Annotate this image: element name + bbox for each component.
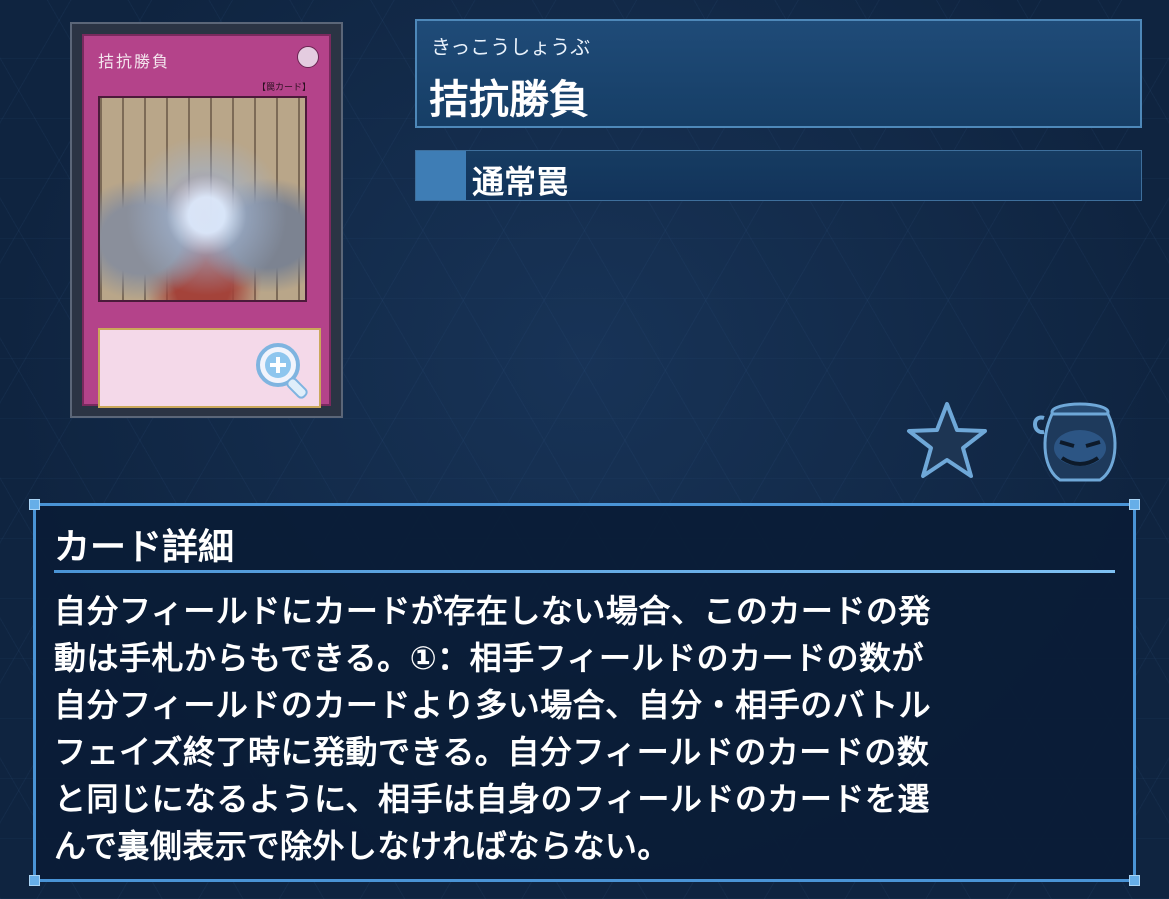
- card-name-panel: きっこうしょうぶ 拮抗勝負: [415, 19, 1142, 128]
- card-type-label: 通常罠: [472, 163, 569, 201]
- card-type-panel: 通常罠: [415, 150, 1142, 201]
- detail-divider: [54, 570, 1115, 573]
- effect-line: 自分フィールドにカードが存在しない場合、このカードの発: [54, 592, 931, 630]
- effect-line: と同じになるように、相手は自身のフィールドのカードを選: [54, 780, 930, 818]
- effect-line: 自分フィールドのカードより多い場合、自分・相手のバトル: [54, 686, 932, 724]
- card-name-ruby: きっこうしょうぶ: [431, 35, 591, 59]
- panel-corner: [1129, 875, 1140, 886]
- card-image-type-line: 【罠カード】: [256, 83, 311, 93]
- card-image[interactable]: 拮抗勝負 【罠カード】: [70, 22, 343, 418]
- card-type-swatch: [416, 151, 466, 200]
- star-icon[interactable]: [905, 400, 989, 480]
- card-detail-panel: カード詳細 自分フィールドにカードが存在しない場合、このカードの発 動は手札から…: [29, 499, 1140, 886]
- card-image-name: 拮抗勝負: [98, 52, 171, 71]
- panel-corner: [29, 875, 40, 886]
- detail-heading: カード詳細: [54, 527, 235, 568]
- effect-line: フェイズ終了時に発動できる。自分フィールドのカードの数: [54, 733, 930, 771]
- card-name-title: 拮抗勝負: [429, 77, 589, 123]
- card-effect-text: 自分フィールドにカードが存在しない場合、このカードの発 動は手札からもできる。①…: [54, 588, 1118, 870]
- panel-corner: [29, 499, 40, 510]
- trap-attribute-icon: [297, 46, 319, 68]
- zoom-in-icon[interactable]: [252, 339, 316, 403]
- effect-line: 動は手札からもできる。①：相手フィールドのカードの数が: [54, 639, 925, 677]
- pot-of-greed-icon[interactable]: [1030, 400, 1124, 484]
- effect-line: んで裏側表示で除外しなければならない。: [54, 827, 670, 865]
- card-artwork: [98, 96, 307, 302]
- panel-corner: [1129, 499, 1140, 510]
